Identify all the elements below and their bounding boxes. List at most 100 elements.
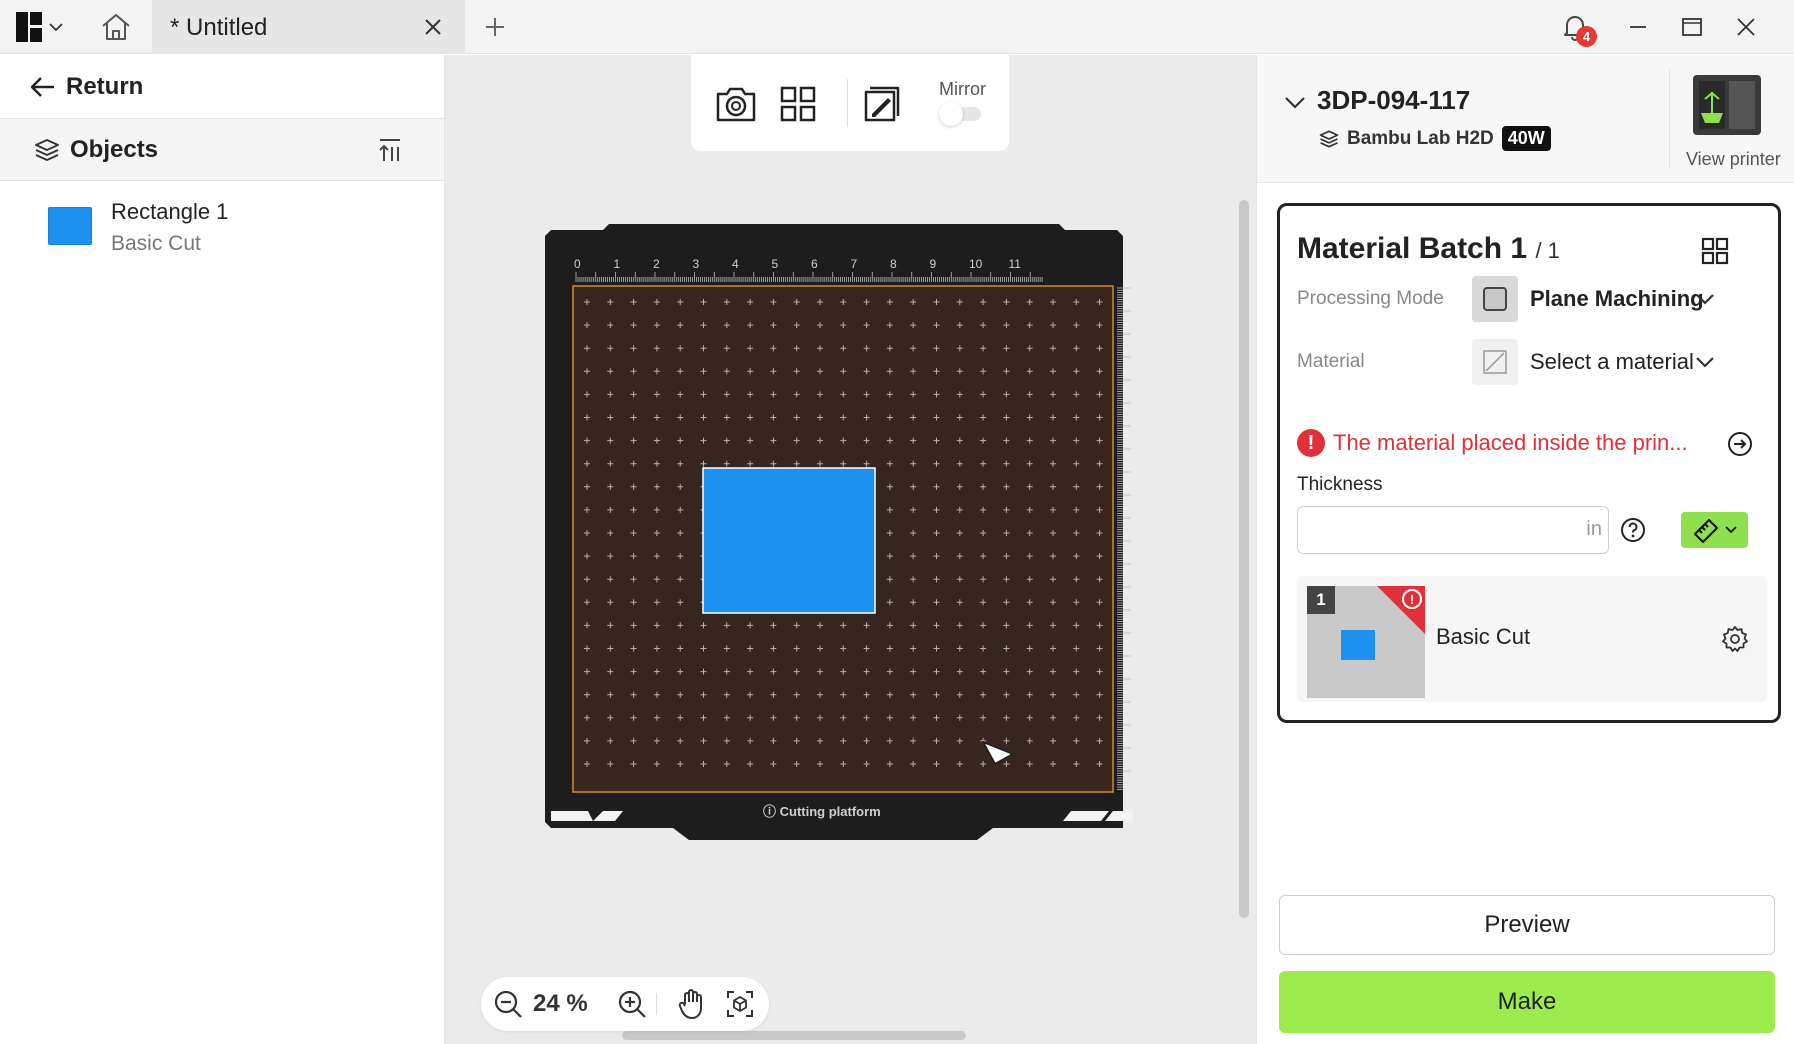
processing-mode-label: Processing Mode (1297, 288, 1444, 309)
camera-icon (716, 87, 756, 122)
chevron-down-icon (1724, 526, 1737, 534)
help-icon[interactable] (1619, 516, 1647, 544)
tab-close-button[interactable] (418, 13, 448, 41)
mirror-toggle[interactable] (939, 102, 981, 126)
ruler-label: 4 (732, 257, 739, 271)
home-button[interactable] (96, 8, 136, 46)
ruler-label: 8 (890, 257, 897, 271)
gear-icon[interactable] (1721, 625, 1749, 653)
left-panel: Return Objects Rectangle 1 Basic Cut (0, 55, 445, 1044)
processing-mode-select[interactable]: Plane Machining (1530, 286, 1704, 312)
ruler-label: 7 (851, 257, 858, 271)
material-thumbnail (1472, 339, 1518, 385)
material-warning: ! The material placed inside the prin... (1297, 429, 1747, 457)
app-logo-icon (16, 12, 42, 42)
zoom-out-icon (494, 990, 522, 1018)
thickness-input[interactable]: in (1297, 506, 1609, 554)
chevron-down-icon (49, 23, 63, 32)
maximize-icon (1682, 18, 1702, 36)
document-tab[interactable]: * Untitled (152, 0, 465, 54)
toolbar-divider (847, 79, 848, 127)
material-select[interactable]: Select a material (1530, 349, 1694, 375)
ruler-label: 2 (653, 257, 660, 271)
job-card[interactable]: 1 ! Basic Cut (1297, 576, 1767, 702)
header-divider (1669, 69, 1670, 169)
printer-image[interactable] (1691, 73, 1763, 137)
ruler-label: 5 (772, 257, 779, 271)
hand-icon (678, 989, 702, 1019)
object-mode: Basic Cut (111, 232, 201, 255)
plus-icon (486, 18, 504, 36)
make-button[interactable]: Make (1279, 971, 1775, 1033)
grid-icon (780, 86, 816, 122)
job-object-preview (1341, 630, 1375, 660)
auto-measure-button[interactable] (1681, 512, 1748, 548)
job-name: Basic Cut (1436, 624, 1531, 649)
arrow-left-icon (30, 76, 54, 97)
warning-text: The material placed inside the prin... (1333, 430, 1688, 455)
grid-view-icon[interactable] (1700, 236, 1730, 266)
fit-view-button[interactable] (723, 987, 757, 1021)
chevron-down-icon[interactable] (1283, 90, 1307, 114)
thickness-unit: in (1586, 518, 1602, 540)
window-close-button[interactable] (1724, 8, 1768, 46)
pan-tool-button[interactable] (675, 987, 709, 1021)
arrow-right-circle-icon[interactable] (1726, 430, 1754, 458)
mirror-label: Mirror (939, 79, 986, 99)
app-menu-button[interactable] (16, 10, 76, 44)
chevron-down-icon[interactable] (1692, 286, 1718, 312)
notifications-button[interactable]: 4 (1556, 10, 1597, 47)
object-thumbnail (48, 207, 92, 245)
printer-model: Bambu Lab H2D 40W (1319, 126, 1551, 151)
arrange-grid-button[interactable] (773, 79, 823, 129)
minimize-button[interactable] (1616, 8, 1660, 46)
thickness-label: Thickness (1297, 474, 1383, 495)
image-edit-icon (864, 86, 900, 122)
minimize-icon (1630, 26, 1646, 28)
new-tab-button[interactable] (478, 10, 512, 44)
view-printer-link[interactable]: View printer (1686, 149, 1781, 170)
mirror-toggle-knob (939, 102, 963, 126)
printer-header: 3DP-094-117 Bambu Lab H2D 40W View print… (1257, 55, 1794, 183)
ruler-label: 1 (614, 257, 621, 271)
object-list-item[interactable]: Rectangle 1 Basic Cut (0, 189, 444, 267)
zoom-out-button[interactable] (491, 987, 525, 1021)
canvas-object-rectangle-1 (702, 467, 876, 614)
zoom-divider (656, 993, 657, 1015)
preview-button[interactable]: Preview (1279, 895, 1775, 955)
chevron-down-icon[interactable] (1692, 349, 1718, 375)
vertical-scrollbar[interactable] (1239, 200, 1249, 918)
return-button[interactable]: Return (0, 55, 444, 119)
platform-clamp-right (1063, 811, 1133, 821)
processing-mode-thumbnail (1472, 276, 1518, 322)
job-thumbnail: 1 ! (1307, 586, 1425, 698)
right-panel: 3DP-094-117 Bambu Lab H2D 40W View print… (1256, 55, 1794, 1044)
close-icon (425, 19, 441, 35)
info-icon: ⓘ (763, 804, 780, 819)
horizontal-scrollbar[interactable] (622, 1031, 966, 1040)
platform-label: ⓘ Cutting platform (763, 804, 881, 819)
alert-icon: ! (1402, 589, 1422, 609)
printer-name[interactable]: 3DP-094-117 (1317, 85, 1470, 116)
printer-model-label: Bambu Lab H2D (1347, 127, 1494, 149)
ruler-label: 3 (693, 257, 700, 271)
workspace-canvas[interactable]: Mirror 0 1 2 3 4 5 6 7 8 9 10 11 ⓘ Cutting platform… (445, 55, 1256, 1044)
zoom-level: 24 % (533, 990, 588, 1017)
edit-image-button[interactable] (857, 79, 907, 129)
batch-title: Material Batch 1 / 1 (1297, 232, 1560, 265)
plane-machining-icon (1483, 287, 1507, 311)
object-name: Rectangle 1 (111, 199, 229, 224)
sort-icon[interactable] (376, 136, 404, 164)
maximize-button[interactable] (1670, 8, 1714, 46)
job-number-badge: 1 (1307, 586, 1335, 614)
ruler-label: 9 (930, 257, 937, 271)
zoom-in-button[interactable] (615, 987, 649, 1021)
cutting-platform[interactable]: 0 1 2 3 4 5 6 7 8 9 10 11 (543, 222, 1143, 842)
zoom-toolbar: 24 % (481, 977, 769, 1031)
objects-label: Objects (70, 135, 159, 163)
ruler-label: 0 (574, 257, 581, 271)
camera-button[interactable] (711, 79, 761, 129)
window-close-icon (1737, 18, 1755, 36)
canvas-toolbar: Mirror (691, 55, 1009, 151)
layers-icon (1319, 129, 1339, 148)
